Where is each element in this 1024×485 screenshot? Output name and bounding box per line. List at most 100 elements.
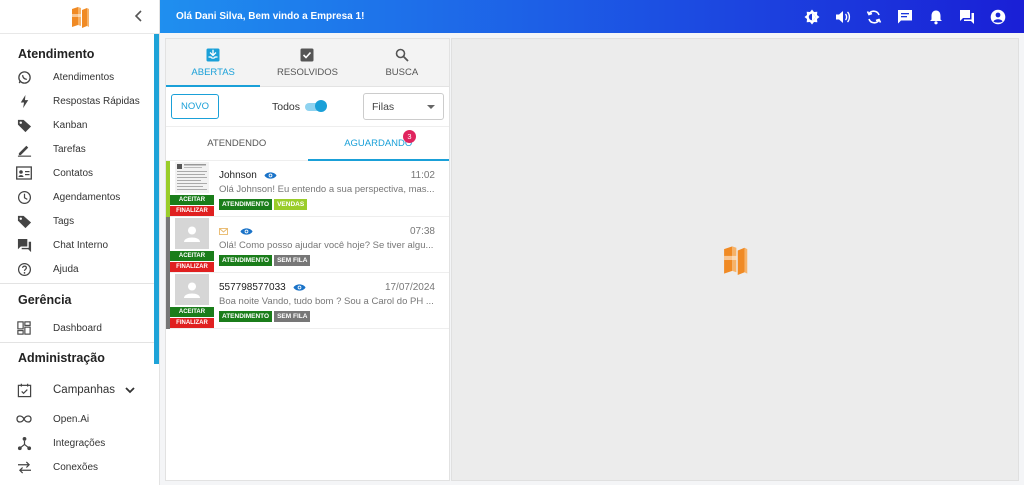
ticket-actions: ACEITAR FINALIZAR (170, 161, 214, 217)
menu-item-open-ai[interactable]: Open.Ai (0, 407, 159, 431)
menu-item-respostas-rapidas[interactable]: Respostas Rápidas (0, 89, 159, 113)
ticket-item[interactable]: ACEITAR FINALIZAR 07:38 Olá! Como posso … (166, 217, 449, 273)
infinity-icon (16, 411, 32, 427)
ticket-tags: ATENDIMENTO SEM FILA (219, 311, 435, 322)
last-message: Boa noite Vando, tudo bom ? Sou a Carol … (219, 296, 434, 307)
show-all-toggle[interactable] (305, 99, 328, 112)
last-message: Olá! Como posso ajudar você hoje? Se tiv… (219, 240, 434, 251)
menu-item-atendimentos[interactable]: Atendimentos (0, 65, 159, 89)
sidebar-scrollbar[interactable] (154, 34, 159, 364)
menu-item-label: Tags (53, 215, 75, 227)
menu-item-dashboard[interactable]: Dashboard (0, 316, 159, 340)
tab-abertas[interactable]: ABERTAS (166, 39, 261, 87)
menu-item-label: Agendamentos (53, 191, 121, 203)
section-divider (0, 342, 154, 343)
brightness-icon[interactable] (804, 9, 820, 25)
subtab-label: AGUARDANDO (344, 138, 413, 149)
menu-item-integracoes[interactable]: Integrações (0, 431, 159, 455)
chat-icon (16, 237, 32, 253)
ticket-subtabs: ATENDENDO AGUARDANDO 3 (166, 127, 449, 161)
chat-empty-area (451, 38, 1019, 481)
subtab-label: ATENDENDO (207, 138, 267, 149)
help-icon (16, 261, 32, 277)
avatar (175, 162, 209, 194)
menu-item-label: Conexões (53, 461, 99, 473)
menu-item-contatos[interactable]: Contatos (0, 161, 159, 185)
tag-icon (16, 213, 32, 229)
bell-icon[interactable] (928, 9, 944, 25)
show-all-label: Todos (272, 100, 301, 113)
finish-ticket-button[interactable]: FINALIZAR (170, 262, 214, 273)
ticket-time: 11:02 (410, 169, 435, 181)
ticket-item[interactable]: ACEITAR FINALIZAR 557798577033 17/07/202… (166, 273, 449, 329)
announcement-icon[interactable] (897, 9, 913, 25)
ticket-time: 07:38 (409, 225, 435, 237)
queue-filter-value: Filas (372, 100, 395, 113)
section-divider (0, 283, 154, 284)
caret-down-icon (427, 104, 435, 109)
accept-ticket-button[interactable]: ACEITAR (170, 307, 214, 318)
avatar (175, 218, 209, 250)
menu-item-campanhas[interactable]: Campanhas (0, 375, 159, 405)
eye-icon[interactable] (240, 227, 253, 236)
queue-filter-select[interactable]: Filas (363, 93, 444, 120)
menu-item-tarefas[interactable]: Tarefas (0, 137, 159, 161)
sidebar-logo-area (0, 0, 159, 34)
menu-item-label: Open.Ai (53, 413, 90, 425)
accept-ticket-button[interactable]: ACEITAR (170, 195, 214, 206)
brand-logo-watermark (720, 244, 750, 276)
menu-item-label: Tarefas (53, 143, 86, 155)
finish-ticket-button[interactable]: FINALIZAR (170, 206, 214, 217)
menu-item-ajuda[interactable]: Ajuda (0, 257, 159, 281)
menu-item-label: Contatos (53, 167, 94, 179)
tag-badge: ATENDIMENTO (219, 311, 273, 322)
tag-badge: ATENDIMENTO (219, 255, 273, 266)
tab-busca[interactable]: BUSCA (355, 39, 449, 86)
section-title-administracao: Administração (18, 351, 105, 365)
menu-item-label: Integrações (53, 437, 106, 449)
volume-icon[interactable] (835, 9, 851, 25)
search-icon (395, 48, 409, 62)
account-icon[interactable] (990, 9, 1006, 25)
eye-icon[interactable] (264, 171, 277, 180)
forum-icon[interactable] (959, 9, 975, 25)
inbox-icon (206, 48, 220, 61)
menu-item-tags[interactable]: Tags (0, 209, 159, 233)
menu-item-chat-interno[interactable]: Chat Interno (0, 233, 159, 257)
tab-label: BUSCA (385, 66, 419, 78)
ticket-controls: NOVO Todos Filas (166, 87, 449, 127)
section-title-gerencia: Gerência (18, 293, 72, 307)
menu-item-conexoes[interactable]: Conexões (0, 455, 159, 479)
ticket-item[interactable]: ACEITAR FINALIZAR Johnson 11:02 Olá John… (166, 161, 449, 217)
menu-atendimento: Atendimentos Respostas Rápidas Kanban Ta… (0, 65, 159, 281)
subtab-aguardando[interactable]: AGUARDANDO 3 (307, 127, 450, 161)
mail-icon (219, 227, 228, 235)
refresh-icon[interactable] (866, 9, 882, 25)
ticket-actions: ACEITAR FINALIZAR (170, 273, 214, 329)
menu-item-label: Chat Interno (53, 239, 109, 251)
menu-item-agendamentos[interactable]: Agendamentos (0, 185, 159, 209)
toggle-knob (315, 99, 328, 112)
whatsapp-icon (16, 69, 32, 85)
last-message: Olá Johnson! Eu entendo a sua perspectiv… (219, 184, 435, 195)
hub-icon (16, 435, 32, 451)
accept-ticket-button[interactable]: ACEITAR (170, 251, 214, 262)
finish-ticket-button[interactable]: FINALIZAR (170, 318, 214, 329)
tag-badge: SEM FILA (274, 255, 311, 266)
new-ticket-button[interactable]: NOVO (171, 94, 219, 119)
menu-item-kanban[interactable]: Kanban (0, 113, 159, 137)
section-title-atendimento: Atendimento (18, 47, 95, 61)
welcome-message: Olá Dani Silva, Bem vindo a Empresa 1! (176, 11, 365, 22)
chevron-down-icon[interactable] (123, 383, 137, 397)
check-box-icon (300, 48, 314, 61)
dashboard-icon (16, 320, 32, 336)
subtab-atendendo[interactable]: ATENDENDO (166, 127, 308, 160)
collapse-chevron-icon[interactable] (131, 8, 147, 24)
tickets-panel: ABERTAS RESOLVIDOS BUSCA NOVO Todos Fila… (165, 38, 450, 481)
contact-name: 557798577033 (219, 281, 286, 293)
menu-item-label: Dashboard (53, 322, 102, 334)
ticket-actions: ACEITAR FINALIZAR (170, 217, 214, 273)
tab-resolvidos[interactable]: RESOLVIDOS (260, 39, 354, 86)
user-icon (184, 226, 200, 242)
eye-icon[interactable] (293, 283, 306, 292)
